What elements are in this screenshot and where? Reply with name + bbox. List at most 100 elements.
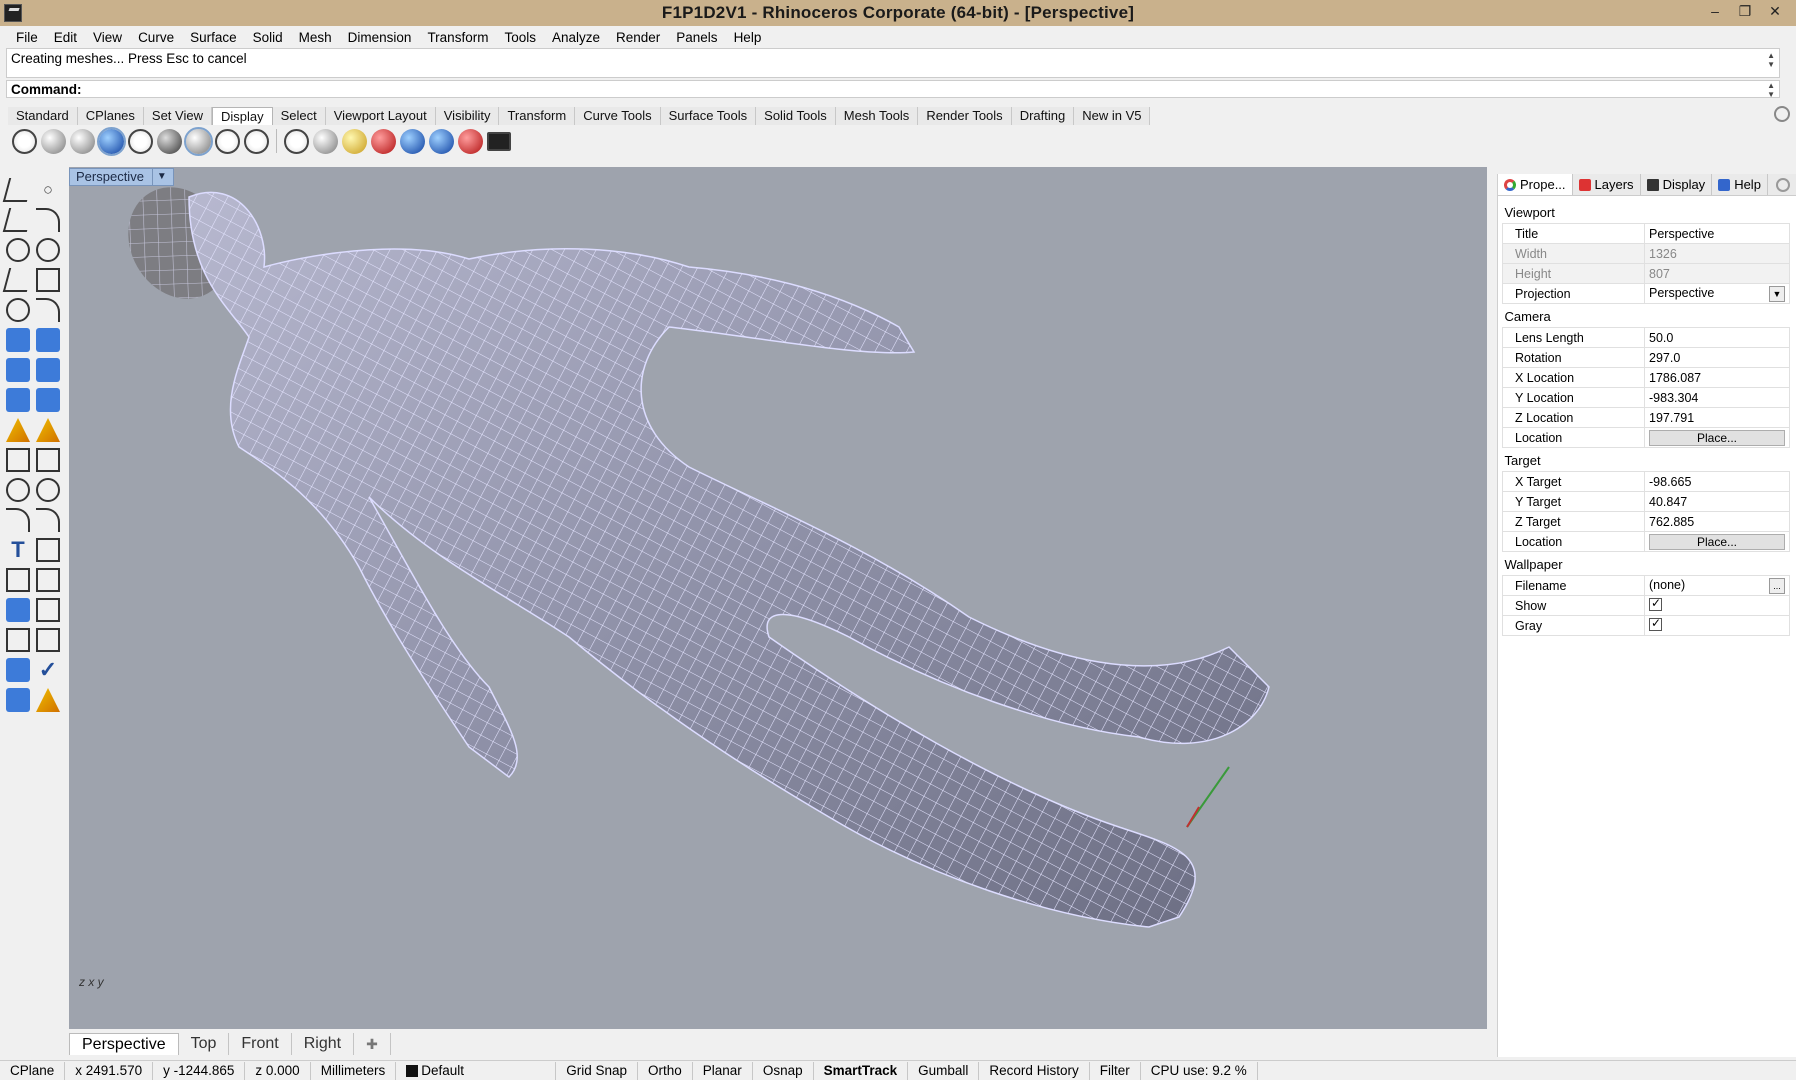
trim-icon[interactable] [36, 448, 60, 472]
human-mesh-model[interactable] [69, 167, 1487, 1029]
viewport-tab-right[interactable]: Right [292, 1033, 355, 1055]
circle-icon[interactable] [6, 238, 30, 262]
scale-icon[interactable] [36, 538, 60, 562]
ortho-toggle[interactable]: Ortho [638, 1061, 693, 1080]
rhino-app-icon[interactable] [4, 4, 22, 22]
gumball-toggle[interactable]: Gumball [908, 1061, 980, 1080]
surface-icon[interactable] [6, 328, 30, 352]
viewport-tab-perspective[interactable]: Perspective [69, 1033, 179, 1055]
technical-mode-icon[interactable] [157, 128, 182, 154]
rectangle-icon[interactable] [36, 268, 60, 292]
sphere-icon[interactable] [36, 358, 60, 382]
point-icon[interactable] [44, 186, 52, 194]
units-indicator[interactable]: Millimeters [311, 1061, 397, 1080]
explode-icon[interactable] [6, 418, 30, 442]
cplane-indicator[interactable]: CPlane [0, 1061, 66, 1080]
tab-curve-tools[interactable]: Curve Tools [575, 107, 661, 125]
osnap-toggle[interactable]: Osnap [753, 1061, 814, 1080]
menu-help[interactable]: Help [726, 30, 770, 45]
tab-new-in-v5[interactable]: New in V5 [1074, 107, 1151, 125]
perspective-viewport[interactable]: z x y [69, 167, 1487, 1029]
tab-solid-tools[interactable]: Solid Tools [756, 107, 836, 125]
tab-transform[interactable]: Transform [499, 107, 576, 125]
rotate3d-icon[interactable] [36, 508, 60, 532]
sphere-shade-icon[interactable] [313, 128, 338, 154]
viewport-menu-chevron-icon[interactable]: ▼ [151, 169, 167, 185]
pen-mode-icon[interactable] [215, 128, 240, 154]
ghosted-mode-icon[interactable] [97, 126, 126, 156]
add-viewport-icon[interactable]: ✚ [354, 1033, 391, 1055]
menu-mesh[interactable]: Mesh [291, 30, 340, 45]
tab-viewport-layout[interactable]: Viewport Layout [325, 107, 436, 125]
xray-mode-icon[interactable] [128, 128, 153, 154]
rotation-field[interactable]: 297.0 [1644, 347, 1790, 368]
filter-toggle[interactable]: Filter [1090, 1061, 1141, 1080]
grid-array-icon[interactable] [6, 628, 30, 652]
camera-place-button[interactable]: Place... [1649, 429, 1785, 446]
target-place-button[interactable]: Place... [1649, 533, 1785, 550]
menu-dimension[interactable]: Dimension [340, 30, 420, 45]
menu-curve[interactable]: Curve [130, 30, 182, 45]
cancel-display-icon[interactable] [458, 128, 483, 154]
record-history-toggle[interactable]: Record History [979, 1061, 1090, 1080]
menu-edit[interactable]: Edit [46, 30, 85, 45]
lens-length-field[interactable]: 50.0 [1644, 327, 1790, 348]
tab-set-view[interactable]: Set View [143, 107, 212, 125]
y-location-field[interactable]: -983.304 [1644, 387, 1790, 408]
panel-tab-properties[interactable]: Prope... [1498, 174, 1573, 195]
array-icon[interactable] [6, 568, 30, 592]
viewport-tab-front[interactable]: Front [229, 1033, 292, 1055]
text-icon[interactable]: T [6, 538, 30, 562]
toolbar-gear-icon[interactable] [1774, 106, 1790, 122]
x-target-field[interactable]: -98.665 [1644, 471, 1790, 492]
render-icon[interactable] [6, 688, 30, 712]
menu-file[interactable]: File [8, 30, 46, 45]
title-field[interactable]: Perspective [1644, 223, 1790, 244]
points-on-icon[interactable] [36, 478, 60, 502]
ellipse-icon[interactable] [36, 238, 60, 262]
filename-field[interactable]: (none)... [1644, 575, 1790, 596]
dimension-icon[interactable] [36, 598, 60, 622]
isocurve-toggle-icon[interactable] [244, 128, 269, 154]
browse-button[interactable]: ... [1769, 577, 1785, 594]
fillet-icon[interactable] [36, 298, 60, 322]
align-icon[interactable] [36, 628, 60, 652]
menu-solid[interactable]: Solid [245, 30, 291, 45]
layer-indicator[interactable]: Default [396, 1061, 557, 1080]
rotate-icon[interactable] [6, 508, 30, 532]
artistic-mode-icon[interactable] [184, 126, 213, 156]
menu-analyze[interactable]: Analyze [544, 30, 608, 45]
minimize-icon[interactable]: – [1700, 0, 1730, 22]
wireframe-mode-icon[interactable] [12, 128, 37, 154]
command-line[interactable]: Command: ▲ ▼ [6, 80, 1780, 99]
loft-icon[interactable] [36, 328, 60, 352]
show-checkbox[interactable] [1649, 596, 1662, 611]
box-icon[interactable] [6, 358, 30, 382]
curve-icon[interactable] [36, 208, 60, 232]
viewport-tab-top[interactable]: Top [179, 1033, 230, 1055]
menu-surface[interactable]: Surface [182, 30, 245, 45]
camera-icon[interactable] [429, 128, 454, 154]
polyline-icon[interactable] [2, 208, 34, 232]
menu-panels[interactable]: Panels [668, 30, 725, 45]
smarttrack-toggle[interactable]: SmartTrack [814, 1061, 909, 1080]
menu-tools[interactable]: Tools [496, 30, 544, 45]
cylinder-icon[interactable] [6, 388, 30, 412]
menu-transform[interactable]: Transform [419, 30, 496, 45]
mesh-wire-icon[interactable] [284, 128, 309, 154]
menu-view[interactable]: View [85, 30, 130, 45]
menu-render[interactable]: Render [608, 30, 668, 45]
restore-icon[interactable]: ❐ [1730, 0, 1760, 22]
panel-tab-help[interactable]: Help [1712, 174, 1768, 195]
shaded-mode-icon[interactable] [41, 128, 66, 154]
gray-checkbox[interactable] [1649, 616, 1662, 631]
target-icon[interactable] [371, 128, 396, 154]
group-icon[interactable] [6, 478, 30, 502]
mirror-icon[interactable] [36, 568, 60, 592]
planar-toggle[interactable]: Planar [693, 1061, 753, 1080]
tab-select[interactable]: Select [272, 107, 326, 125]
polygon-icon[interactable] [6, 298, 30, 322]
tab-standard[interactable]: Standard [8, 107, 78, 125]
tab-mesh-tools[interactable]: Mesh Tools [835, 107, 919, 125]
grid-snap-toggle[interactable]: Grid Snap [556, 1061, 639, 1080]
